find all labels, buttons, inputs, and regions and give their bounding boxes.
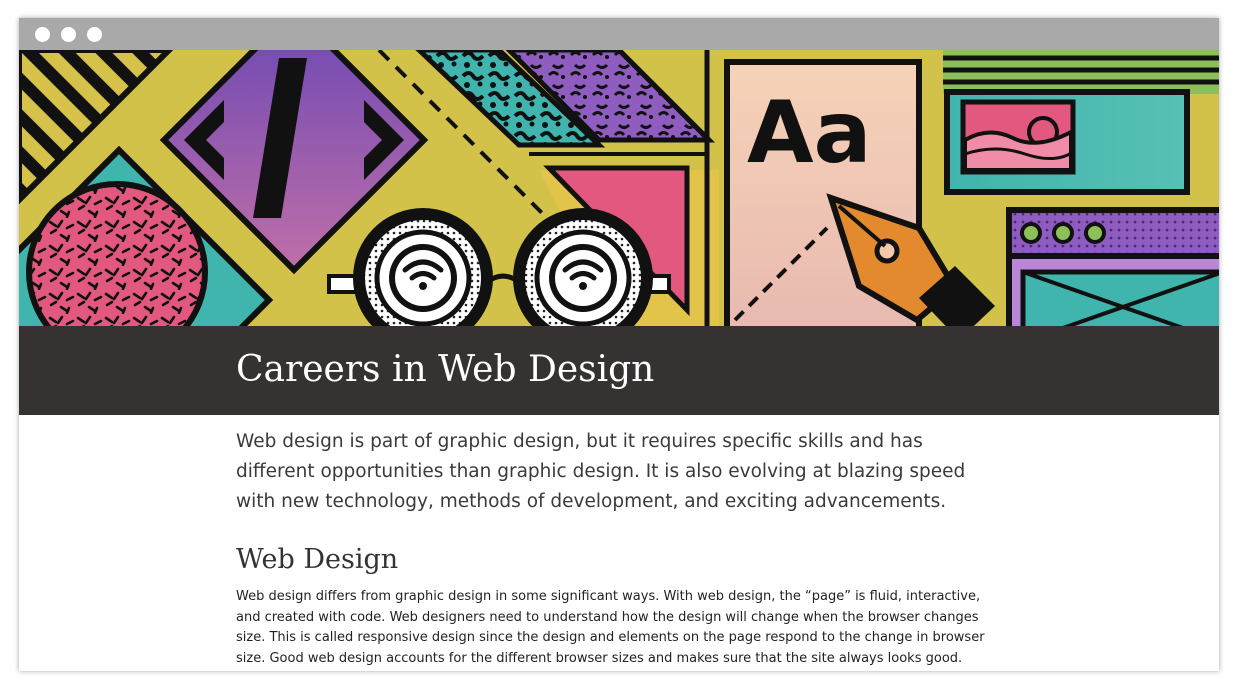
window-titlebar: [19, 18, 1219, 50]
page-title: Careers in Web Design: [236, 349, 655, 390]
browser-window: Aa Careers in Web Design Web design is p…: [19, 18, 1219, 671]
browser-window-icon: [1006, 207, 1219, 326]
close-dot[interactable]: [35, 27, 50, 42]
minimize-dot[interactable]: [61, 27, 76, 42]
intro-paragraph: Web design is part of graphic design, bu…: [236, 431, 966, 512]
section-heading: Web Design: [236, 544, 399, 575]
page-title-band: Careers in Web Design: [19, 326, 1219, 415]
maximize-dot[interactable]: [87, 27, 102, 42]
aa-letters: Aa: [747, 83, 872, 183]
image-landscape-icon: [943, 50, 1219, 195]
hero-illustration: Aa: [19, 50, 1219, 326]
hero-banner-illustration: Aa: [19, 50, 1219, 326]
section-body-paragraph: Web design differs from graphic design i…: [236, 589, 985, 666]
article-content: Web design is part of graphic design, bu…: [236, 415, 996, 669]
